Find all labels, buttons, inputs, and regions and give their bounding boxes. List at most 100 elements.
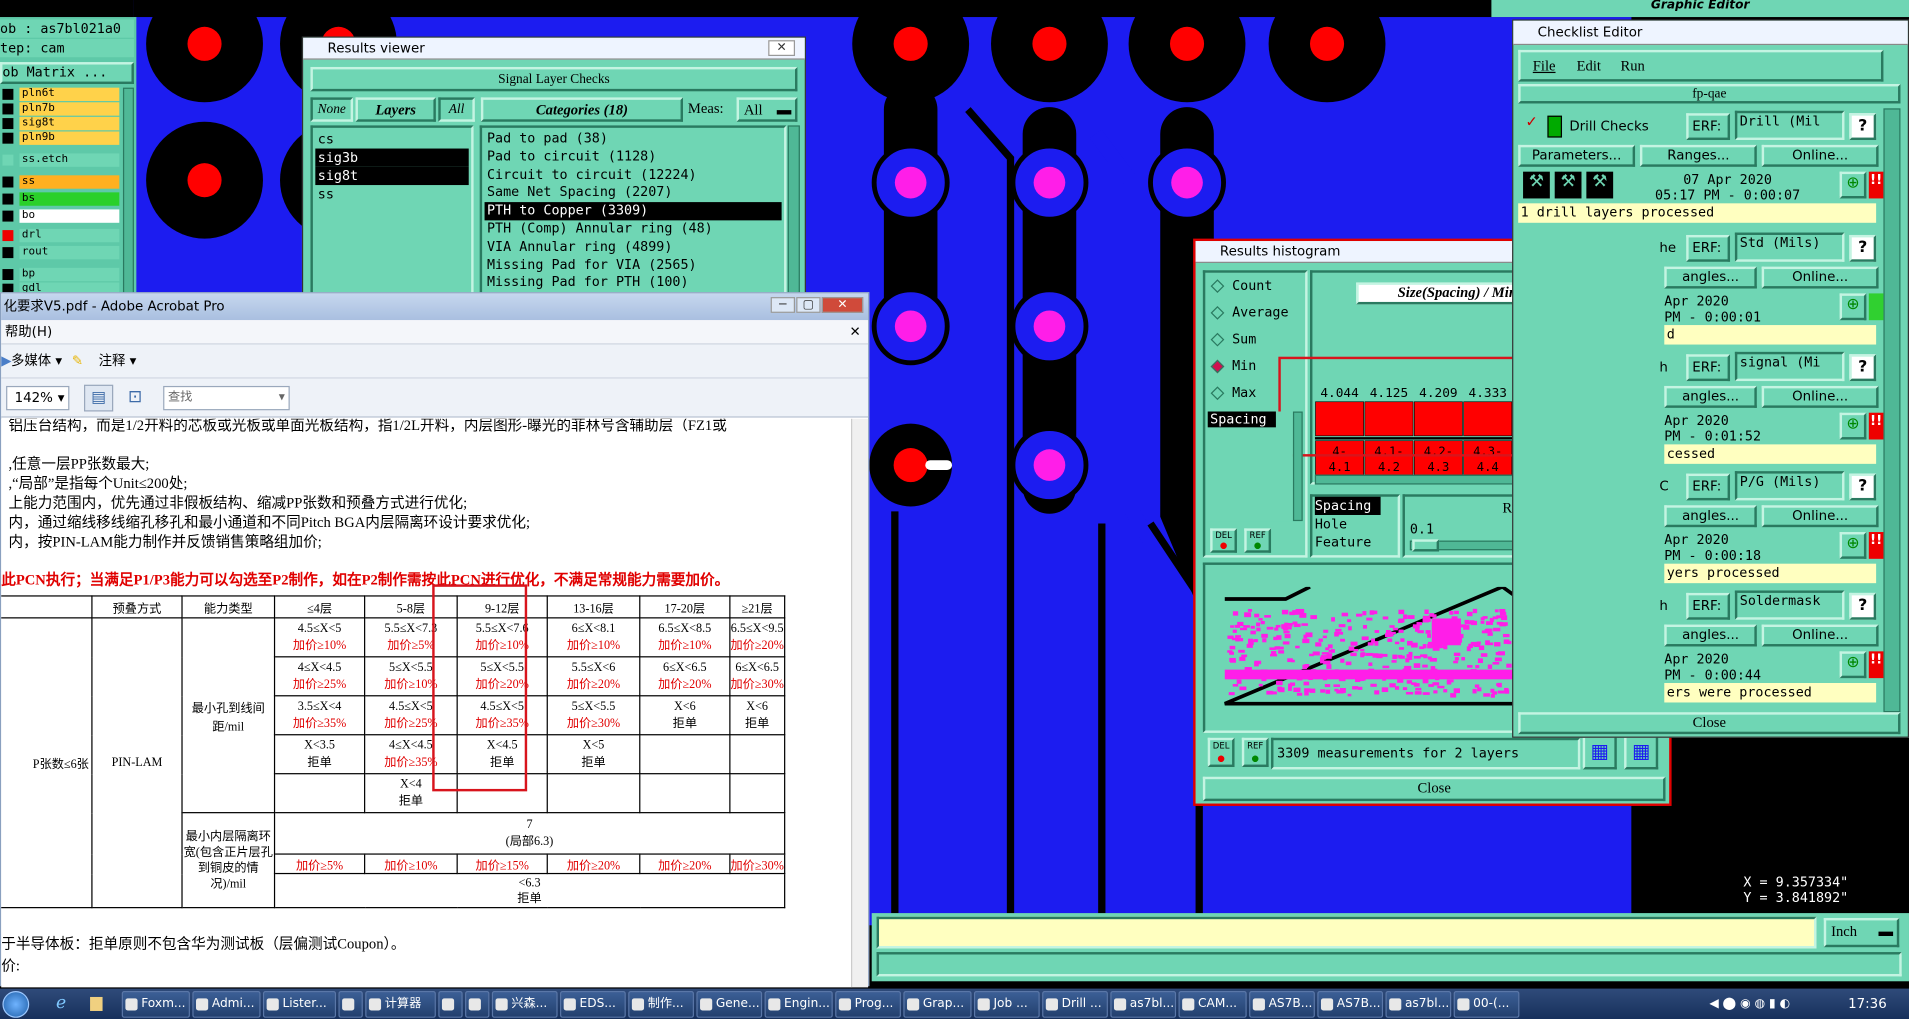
layer-item[interactable]: sig3b	[315, 148, 469, 167]
taskbar-item[interactable]: Lister...	[262, 991, 337, 1018]
category-item[interactable]: Missing Pad for VIA (2565)	[485, 256, 782, 274]
layer-row-bp[interactable]: bp	[0, 267, 122, 282]
check-row[interactable]: C ERF: P/G (Mils)? angles... Online... Apr 20…	[1518, 469, 1884, 586]
layer-color-swatch[interactable]	[2, 132, 14, 144]
ranges-button[interactable]: angles...	[1664, 266, 1757, 289]
taskbar-item[interactable]	[338, 991, 363, 1018]
layer-item[interactable]: sig8t	[315, 166, 469, 186]
ranges-button[interactable]: angles...	[1664, 624, 1757, 647]
taskbar-item[interactable]: Foxm...	[121, 991, 190, 1018]
help-button[interactable]: ?	[1849, 113, 1877, 141]
help-button[interactable]: ?	[1849, 354, 1877, 382]
ref-button[interactable]: REF ●	[1241, 737, 1269, 768]
categories-button[interactable]: Categories (18)	[480, 97, 684, 122]
layer-item[interactable]: cs	[315, 130, 468, 148]
category-item[interactable]: PTH to Copper (3309)	[484, 202, 782, 221]
explorer-icon[interactable]: ▆	[90, 993, 102, 1011]
close-icon[interactable]: ✕	[768, 40, 796, 57]
search-input[interactable]: 查找 ▾	[163, 385, 290, 411]
online-button[interactable]: Online...	[1761, 505, 1879, 528]
layer-color-swatch[interactable]	[2, 176, 14, 188]
minimize-icon[interactable]: ─	[770, 297, 796, 313]
measure-listbox[interactable]: Spacing	[1207, 411, 1293, 522]
erf-value[interactable]: Std (Mils)	[1734, 232, 1845, 262]
layer-color-swatch[interactable]	[2, 269, 14, 281]
online-button[interactable]: Online...	[1761, 266, 1879, 289]
layer-color-swatch[interactable]	[2, 230, 14, 242]
taskbar-item[interactable]: Admi...	[192, 991, 261, 1018]
category-item[interactable]: Missing Pad for PTH (100)	[485, 274, 782, 292]
layer-color-swatch[interactable]	[2, 193, 14, 205]
erf-value[interactable]: signal (Mi	[1734, 351, 1845, 382]
none-button[interactable]: None	[310, 97, 354, 122]
ranges-button[interactable]: angles...	[1664, 505, 1757, 528]
ie-icon[interactable]: ℯ	[56, 993, 66, 1012]
taskbar-item[interactable]: Prog...	[835, 991, 901, 1018]
category-item[interactable]: VIA Annular ring (4899)	[485, 238, 782, 256]
ranges-button[interactable]: angles...	[1664, 385, 1757, 408]
run-icon-3[interactable]: ⚒	[1586, 171, 1614, 199]
layer-color-swatch[interactable]	[2, 210, 14, 222]
run-icon-1[interactable]: ⚒	[1523, 171, 1550, 199]
del-button-top[interactable]: DEL ●	[1210, 528, 1237, 553]
menu-file[interactable]: File	[1533, 57, 1556, 75]
run-icon-2[interactable]: ⚒	[1554, 171, 1582, 199]
layer-color-swatch[interactable]	[2, 154, 14, 166]
taskbar-item[interactable]	[465, 991, 490, 1018]
checklist-titlebar[interactable]: Checklist Editor	[1513, 20, 1908, 46]
pdf-scrollbar[interactable]	[851, 418, 869, 988]
check-row[interactable]: h ERF: signal (Mi? angles... Online... Apr 20…	[1518, 349, 1884, 466]
histogram-close-button[interactable]: Close	[1202, 776, 1666, 802]
taskbar-item[interactable]	[438, 991, 463, 1018]
all-layers-button[interactable]: All	[438, 97, 475, 122]
category-scrollbar[interactable]	[787, 125, 800, 306]
online-button[interactable]: Online...	[1761, 385, 1879, 408]
drill-check-row[interactable]: ✓ Drill Checks ERF: Drill (Mil ? Paramet…	[1518, 108, 1884, 227]
stat-radio-count[interactable]: Count	[1210, 278, 1303, 300]
comment-icon[interactable]: ✎	[72, 345, 83, 379]
res-option[interactable]: Spacing	[1314, 496, 1381, 515]
layer-color-swatch[interactable]	[2, 118, 14, 130]
layer-row-pln7b[interactable]: pln7b	[0, 102, 122, 116]
layer-row-bo[interactable]: bo	[0, 209, 122, 223]
erf-value[interactable]: P/G (Mils)	[1734, 471, 1845, 501]
taskbar-item[interactable]: Engin...	[764, 991, 833, 1018]
layer-item[interactable]: ss	[315, 185, 468, 203]
stat-radio-average[interactable]: Average	[1210, 304, 1303, 326]
taskbar-item[interactable]: as7bl...	[1110, 991, 1177, 1018]
measure-spacing[interactable]: Spacing	[1207, 411, 1276, 428]
stat-radio-sum[interactable]: Sum	[1210, 331, 1303, 353]
layer-color-swatch[interactable]	[2, 103, 14, 115]
command-line[interactable]	[876, 916, 1817, 949]
category-item[interactable]: Circuit to circuit (12224)	[485, 166, 782, 184]
taskbar-item[interactable]: AS7B...	[1249, 991, 1315, 1018]
layer-row-pln6t[interactable]: pln6t	[0, 87, 122, 102]
layers-button[interactable]: Layers	[355, 97, 436, 122]
measure-scrollbar[interactable]	[1292, 411, 1303, 522]
category-item[interactable]: PTH (Comp) Annular ring (48)	[485, 220, 782, 238]
drill-erf-value[interactable]: Drill (Mil	[1734, 110, 1845, 141]
taskbar-item[interactable]: 计算器	[365, 991, 436, 1018]
taskbar-item[interactable]: as7bl...	[1385, 991, 1452, 1018]
comment-menu[interactable]: 注释 ▾	[99, 345, 137, 379]
help-button[interactable]: ?	[1849, 234, 1877, 262]
units-select[interactable]: Inch ▬	[1823, 917, 1900, 948]
taskbar-item[interactable]: 兴森...	[491, 991, 558, 1018]
category-item[interactable]: Same Net Spacing (2207)	[485, 184, 782, 202]
online-button[interactable]: Online...	[1761, 144, 1879, 167]
media-menu[interactable]: 多媒体 ▾	[11, 345, 62, 379]
checkbox-icon[interactable]: ✓	[1525, 113, 1537, 130]
maximize-icon[interactable]: ▢	[796, 297, 821, 313]
online-button[interactable]: Online...	[1761, 624, 1879, 647]
res-option[interactable]: Feature	[1315, 533, 1398, 551]
taskbar-item[interactable]: 制作...	[628, 991, 694, 1018]
zoom-icon[interactable]: ⊕	[1839, 532, 1867, 559]
erf-value[interactable]: Soldermask	[1734, 590, 1845, 620]
taskbar-item[interactable]: Grap...	[903, 991, 972, 1018]
layer-list[interactable]: pln6t pln7b sig8t pln9b ss.etch ss bs bo drl rout…	[0, 87, 122, 310]
zoom-icon[interactable]: ⊕	[1839, 412, 1867, 440]
taskbar-item[interactable]: CAM...	[1178, 991, 1247, 1018]
checklist-scrollbar[interactable]	[1883, 108, 1901, 713]
ref-button-top[interactable]: REF ●	[1244, 528, 1272, 553]
results-viewer-titlebar[interactable]: Results viewer	[303, 37, 805, 60]
